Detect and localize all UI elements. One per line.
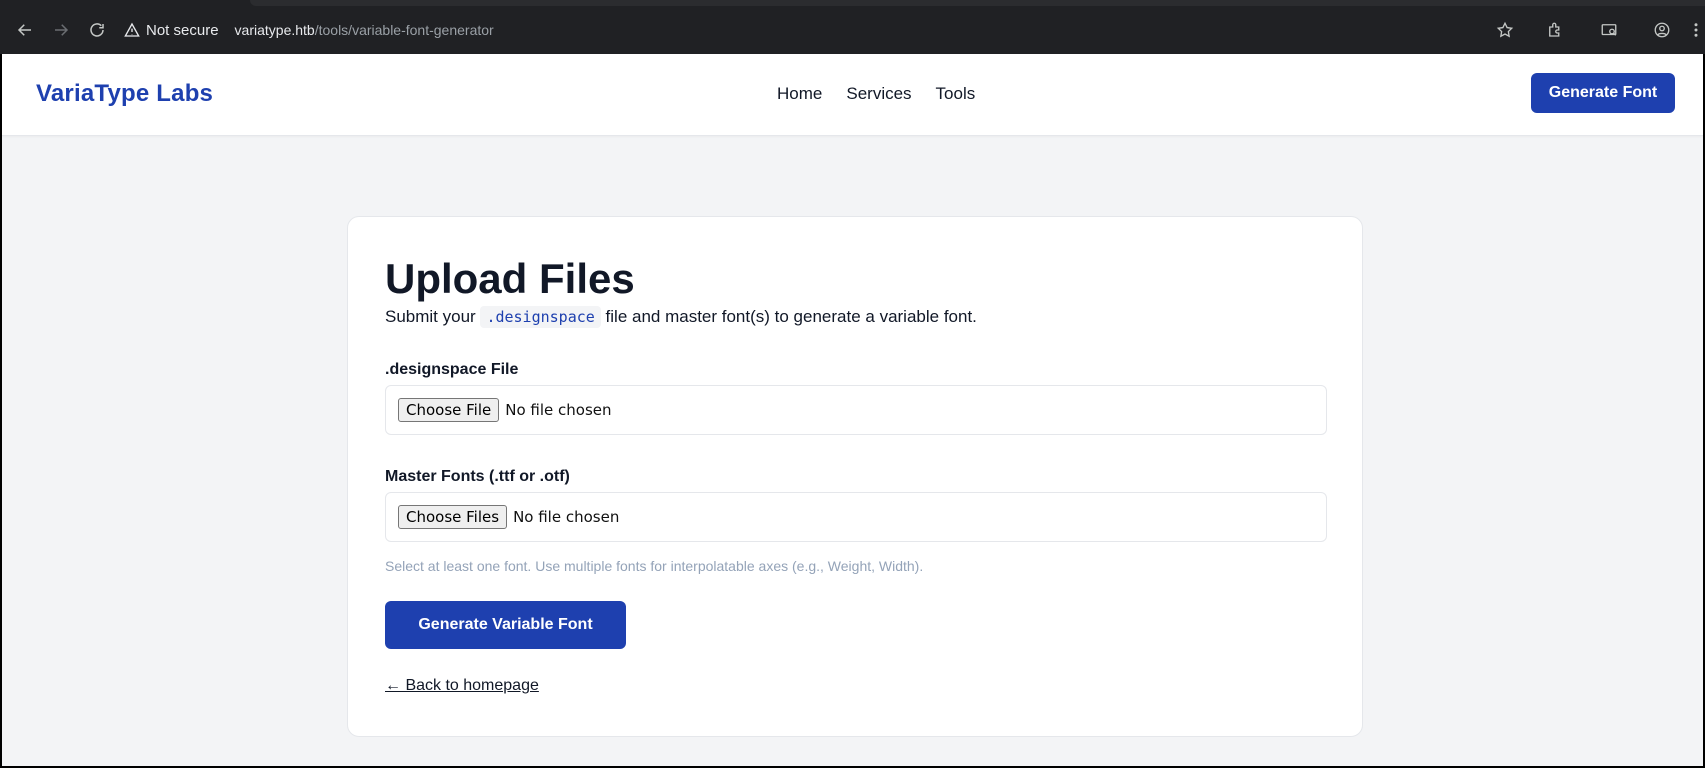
upload-card: Upload Files Submit your .designspace fi… — [347, 216, 1363, 737]
url-host: variatype.htb — [234, 22, 315, 38]
page-subtitle: Submit your .designspace file and master… — [385, 306, 977, 328]
profile-icon[interactable] — [1650, 18, 1674, 42]
extensions-icon[interactable] — [1543, 18, 1567, 42]
bookmark-star-icon[interactable] — [1493, 18, 1517, 42]
nav-services-link[interactable]: Services — [846, 84, 911, 104]
back-arrow-icon[interactable] — [13, 18, 37, 42]
media-search-icon[interactable] — [1597, 18, 1621, 42]
security-label: Not secure — [146, 21, 219, 39]
reload-icon[interactable] — [85, 18, 109, 42]
master-fonts-hint: Select at least one font. Use multiple f… — [385, 558, 924, 574]
nav-tools-link[interactable]: Tools — [936, 84, 976, 104]
url-path: /tools/variable-font-generator — [314, 22, 494, 38]
url-text[interactable]: variatype.htb/tools/variable-font-genera… — [235, 22, 494, 38]
browser-chrome: Not secure variatype.htb/tools/variable-… — [0, 0, 1705, 54]
forward-arrow-icon[interactable] — [49, 18, 73, 42]
page-viewport: VariaType Labs Home Services Tools Gener… — [2, 54, 1703, 766]
tab-strip — [250, 0, 1705, 6]
site-header: VariaType Labs Home Services Tools Gener… — [2, 54, 1703, 136]
generate-variable-font-button[interactable]: Generate Variable Font — [385, 601, 626, 649]
designspace-label: .designspace File — [385, 361, 519, 378]
choose-files-button[interactable]: Choose Files — [398, 505, 508, 529]
menu-dots-icon[interactable] — [1690, 18, 1702, 42]
site-logo[interactable]: VariaType Labs — [36, 80, 213, 108]
address-bar[interactable]: Not secure variatype.htb/tools/variable-… — [124, 14, 1504, 46]
subtitle-code: .designspace — [480, 306, 601, 328]
subtitle-text-after: file and master font(s) to generate a va… — [600, 307, 977, 326]
subtitle-text-before: Submit your — [385, 307, 481, 326]
designspace-file-input[interactable]: Choose File No file chosen — [385, 385, 1327, 435]
security-indicator[interactable]: Not secure — [124, 22, 219, 39]
choose-file-button[interactable]: Choose File — [398, 398, 500, 422]
designspace-file-status: No file chosen — [505, 401, 612, 419]
master-fonts-file-status: No file chosen — [513, 508, 620, 526]
page-title: Upload Files — [385, 255, 635, 302]
back-to-homepage-link[interactable]: ← Back to homepage — [385, 677, 539, 695]
generate-font-button[interactable]: Generate Font — [1531, 73, 1675, 113]
warning-icon — [124, 22, 140, 37]
nav-home-link[interactable]: Home — [777, 84, 822, 104]
main-nav: Home Services Tools — [777, 84, 975, 104]
master-fonts-label: Master Fonts (.ttf or .otf) — [385, 468, 570, 485]
master-fonts-file-input[interactable]: Choose Files No file chosen — [385, 492, 1327, 542]
